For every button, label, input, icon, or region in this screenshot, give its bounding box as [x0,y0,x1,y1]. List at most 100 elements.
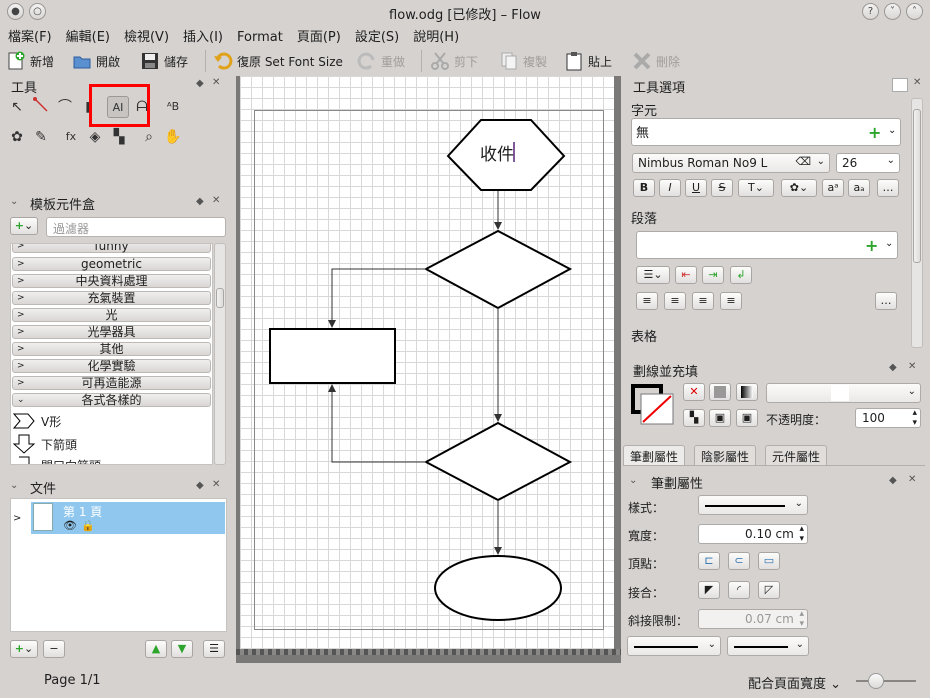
round-cap-button[interactable]: ⊂ [728,552,750,570]
gradient-fill-button[interactable] [736,383,758,401]
save-button[interactable]: 儲存 [140,49,188,73]
tab-shadow-properties[interactable]: 陰影屬性 [694,445,757,465]
menu-settings[interactable]: 設定(S) [347,24,399,45]
menu-view[interactable]: 檢視(V) [116,24,169,45]
category-cpu[interactable]: > 中央資料處理 [12,274,211,288]
opacity-spinbox[interactable]: 100 ▴ ▾ [855,408,921,428]
menu-help[interactable]: 說明(H) [405,24,459,45]
canvas-area[interactable]: 收件 [236,76,621,663]
tab-stroke-properties[interactable]: 筆劃屬性 [623,445,686,465]
help-icon[interactable]: ? [862,3,879,20]
pencil-tool-icon[interactable]: ✎ [30,126,52,148]
color-combo[interactable]: ⌄ [766,383,921,403]
close-icon[interactable]: ✕ [212,479,220,490]
close-icon[interactable]: ✕ [908,361,916,372]
float-icon[interactable]: ◆ [196,78,204,89]
line-style-combo[interactable]: ⌄ [698,495,808,515]
close-icon[interactable]: ✕ [212,77,220,88]
close-icon[interactable]: ✕ [212,195,220,206]
cut-button[interactable]: 剪下 [430,49,478,73]
zoom-mode-combo[interactable]: 配合頁面寬度 ⌄ [748,673,841,692]
category-funny[interactable]: > funny [12,244,211,253]
superscript-button[interactable]: aᵃ [822,179,844,197]
menu-edit[interactable]: 編輯(E) [58,24,110,45]
open-button[interactable]: 開啟 [72,49,120,73]
miter-join-button[interactable]: ◤ [698,581,720,599]
underline-button[interactable]: U [685,179,707,197]
float-icon[interactable]: ◆ [196,196,204,207]
menu-file[interactable]: 檔案(F) [0,24,52,45]
delete-button[interactable]: 刪除 [632,49,680,73]
shape-down-arrow[interactable]: 下箭頭 [13,434,77,454]
end-marker-combo[interactable]: ⌄ [727,636,809,656]
pattern-tool-icon[interactable]: ▚ [108,126,130,148]
menu-page[interactable]: 頁面(P) [289,24,341,45]
add-style-icon[interactable]: + [868,123,881,142]
lock-icon[interactable]: 🔒 [81,519,95,532]
stroke-style-button[interactable]: ▣ [736,409,758,427]
more-button[interactable]: … [877,179,899,197]
menu-insert[interactable]: 插入(I) [175,24,223,45]
subscript-button[interactable]: aₐ [848,179,870,197]
new-style-icon[interactable] [892,78,908,92]
zoom-tool-icon[interactable]: ⌕ [138,126,160,148]
add-style-icon[interactable]: + [865,236,878,255]
bold-button[interactable]: B [633,179,655,197]
select-tool-icon[interactable]: ↖ [6,96,28,118]
zoom-slider[interactable] [856,680,916,682]
category-misc[interactable]: ⌄ 各式各樣的 [12,393,211,407]
undo-button[interactable]: 復原 Set Font Size [213,49,343,73]
path-tool-icon[interactable]: ⌒ [54,96,76,118]
collapse-icon[interactable]: ⌄ [10,480,18,491]
align-justify-button[interactable]: ≡ [720,292,742,310]
copy-button[interactable]: 複製 [499,49,547,73]
drawing-page[interactable]: 收件 [240,76,614,649]
category-chemistry[interactable]: > 化學實驗 [12,359,211,373]
pattern-fill-button[interactable]: ▚ [683,409,705,427]
formula-tool-icon[interactable]: fx [60,126,82,148]
no-fill-button[interactable]: ✕ [683,383,705,401]
category-optics[interactable]: > 光學器具 [12,325,211,339]
eraser-tool-icon[interactable]: ◈ [84,126,106,148]
chevron-down-icon[interactable]: ⌄ [885,238,893,249]
page-row[interactable]: 第 1 頁 👁 🔒 [31,502,225,534]
artistic-text-icon[interactable]: ᴬB [162,96,184,118]
highlight-color-button[interactable]: ✿⌄ [781,179,817,197]
stroke-fill-preview[interactable] [631,384,677,426]
minimize-icon[interactable]: ˅ [884,3,901,20]
chevron-down-icon[interactable]: ⌄ [888,125,896,136]
round-join-button[interactable]: ◜ [728,581,750,599]
stencil-scrollbar[interactable] [214,243,226,465]
text-color-button[interactable]: T⌄ [738,179,774,197]
expand-icon[interactable]: > [13,513,21,524]
align-left-button[interactable]: ≡ [636,292,658,310]
shape-chevron[interactable]: V形 [13,412,61,430]
solid-fill-button[interactable] [709,383,731,401]
width-spinbox[interactable]: 0.10 cm ▴ ▾ [698,524,808,544]
float-icon[interactable]: ◆ [889,475,897,486]
add-stencil-button[interactable]: +⌄ [10,217,38,235]
new-button[interactable]: 新增 [6,49,54,73]
visibility-icon[interactable]: 👁 [63,519,77,532]
category-pneumatic[interactable]: > 充氣裝置 [12,291,211,305]
paste-button[interactable]: 貼上 [564,49,612,73]
remove-page-button[interactable]: − [43,640,65,658]
menu-format[interactable]: Format [229,28,283,45]
list-style-button[interactable]: ☰⌄ [636,266,670,284]
shape-arrow-item[interactable]: 開口向箭頭 [13,456,101,464]
increase-indent-button[interactable]: ⇥ [702,266,724,284]
paint-tool-icon[interactable]: ✿ [6,126,28,148]
float-icon[interactable]: ◆ [196,480,204,491]
tab-shape-properties[interactable]: 元件屬性 [765,445,828,465]
move-up-button[interactable]: ▲ [145,640,167,658]
view-mode-button[interactable]: ☰ [203,640,225,658]
clear-icon[interactable]: ⌫ [795,155,811,168]
connector-tool-icon[interactable] [30,96,52,118]
strikethrough-button[interactable]: S [711,179,733,197]
maximize-icon[interactable]: ˄ [906,3,923,20]
zoom-slider-handle[interactable] [868,673,884,689]
align-right-button[interactable]: ≡ [692,292,714,310]
close-icon[interactable]: ✕ [913,77,921,88]
collapse-icon[interactable]: ⌄ [10,196,18,207]
italic-button[interactable]: I [659,179,681,197]
